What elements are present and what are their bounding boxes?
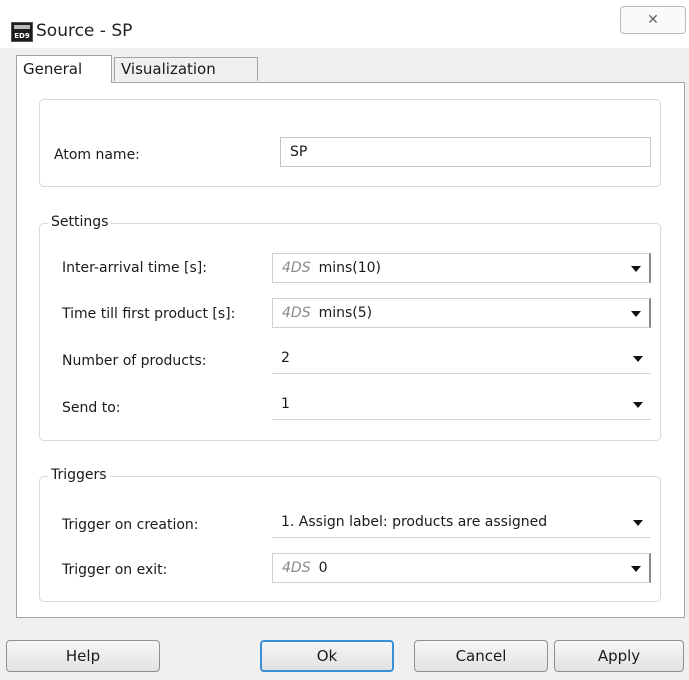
cancel-button[interactable]: Cancel — [414, 640, 548, 672]
chevron-down-icon — [633, 402, 643, 408]
trigger-exit-dropdown[interactable]: 4DS 0 — [272, 553, 651, 583]
trigger-creation-value: 1. Assign label: products are assigned — [281, 514, 548, 530]
app-icon: ED9 — [11, 22, 33, 42]
4ds-prefix: 4DS — [282, 305, 311, 321]
tab-visualization[interactable]: Visualization — [114, 57, 258, 81]
4ds-prefix: 4DS — [282, 260, 311, 276]
num-products-dropdown[interactable]: 2 — [272, 344, 651, 374]
trigger-exit-value: 0 — [318, 560, 328, 576]
close-button[interactable]: ✕ — [620, 6, 686, 34]
chevron-down-icon — [631, 266, 641, 272]
first-product-label: Time till first product [s]: — [62, 306, 236, 322]
title-bar: ED9 Source - SP ✕ — [0, 0, 689, 48]
trigger-exit-label: Trigger on exit: — [62, 562, 168, 578]
4ds-prefix: 4DS — [282, 560, 311, 576]
settings-group: Settings Inter-arrival time [s]: 4DS mins… — [39, 214, 661, 441]
send-to-value: 1 — [281, 396, 290, 412]
help-button[interactable]: Help — [6, 640, 160, 672]
atom-name-group: Atom name: SP — [39, 99, 661, 187]
chevron-down-icon — [631, 566, 641, 572]
chevron-down-icon — [631, 311, 641, 317]
triggers-group: Triggers Trigger on creation: 1. Assign … — [39, 467, 661, 602]
general-panel: Atom name: SP Settings Inter-arrival tim… — [16, 82, 685, 618]
num-products-value: 2 — [281, 350, 290, 366]
send-to-dropdown[interactable]: 1 — [272, 390, 651, 420]
trigger-creation-label: Trigger on creation: — [62, 517, 199, 533]
first-product-dropdown[interactable]: 4DS mins(5) — [272, 298, 651, 328]
inter-arrival-value: mins(10) — [318, 260, 382, 276]
window-title: Source - SP — [36, 21, 133, 41]
num-products-label: Number of products: — [62, 353, 207, 369]
ok-button[interactable]: Ok — [260, 640, 394, 672]
triggers-title: Triggers — [48, 467, 110, 483]
send-to-label: Send to: — [62, 400, 121, 416]
chevron-down-icon — [633, 520, 643, 526]
first-product-value: mins(5) — [318, 305, 373, 321]
chevron-down-icon — [633, 356, 643, 362]
tab-general[interactable]: General — [16, 55, 112, 83]
settings-title: Settings — [48, 214, 112, 230]
source-dialog: ED9 Source - SP ✕ General Visualization … — [0, 0, 689, 680]
trigger-creation-dropdown[interactable]: 1. Assign label: products are assigned — [272, 508, 651, 538]
atom-name-label: Atom name: — [54, 147, 140, 163]
atom-name-input[interactable]: SP — [280, 137, 651, 167]
inter-arrival-dropdown[interactable]: 4DS mins(10) — [272, 253, 651, 283]
close-icon: ✕ — [647, 12, 659, 28]
inter-arrival-label: Inter-arrival time [s]: — [62, 260, 207, 276]
apply-button[interactable]: Apply — [554, 640, 684, 672]
